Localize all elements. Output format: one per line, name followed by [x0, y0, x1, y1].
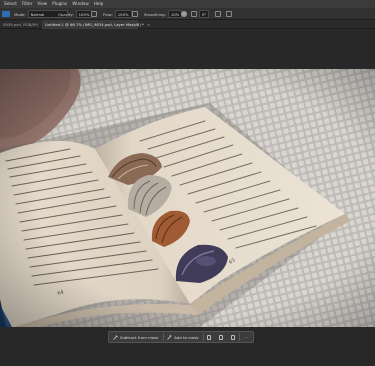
add-to-mask-label: Add to mask — [174, 334, 199, 340]
options-bar: Mode: Normal Opacity: 100% Flow: 100% Sm… — [0, 8, 375, 20]
tab-label: Untitled-1 @ 66.7% (IMG_9834.psd, Layer … — [45, 22, 144, 27]
opacity-label: Opacity: — [58, 11, 74, 17]
flow-input[interactable]: 100% — [114, 10, 132, 18]
smoothing-settings-icon[interactable] — [181, 11, 187, 17]
opacity-input[interactable]: 100% — [75, 10, 93, 18]
brush-plus-icon — [167, 334, 172, 340]
contextual-task-bar: Subtract from mask Add to mask ··· — [108, 331, 254, 343]
menu-window[interactable]: Window — [72, 0, 89, 8]
subtract-from-mask-label: Subtract from mask — [120, 334, 159, 340]
fill-mask-icon[interactable] — [231, 334, 236, 340]
more-options-icon[interactable]: ··· — [244, 335, 249, 340]
airbrush-icon[interactable] — [132, 11, 138, 17]
menu-bar: Select Filter View Plugins Window Help — [0, 0, 375, 8]
menu-select[interactable]: Select — [4, 0, 17, 8]
pressure-size-icon[interactable] — [215, 11, 221, 17]
invert-mask-icon[interactable] — [207, 334, 212, 340]
close-icon[interactable]: × — [147, 22, 150, 27]
angle-icon — [191, 11, 197, 17]
brush-swatch[interactable] — [2, 11, 10, 17]
menu-plugins[interactable]: Plugins — [52, 0, 67, 8]
add-to-mask-button[interactable]: Add to mask — [163, 332, 202, 342]
symmetry-icon[interactable] — [226, 11, 232, 17]
tab-document-2[interactable]: Untitled-1 @ 66.7% (IMG_9834.psd, Layer … — [42, 20, 150, 29]
angle-input[interactable]: 0° — [199, 10, 210, 18]
feather-icon[interactable] — [219, 334, 224, 340]
menu-help[interactable]: Help — [94, 0, 104, 8]
tab-document-1[interactable]: 0939.psd, RGB/8*) × — [0, 20, 45, 29]
brush-minus-icon — [113, 334, 118, 340]
menu-view[interactable]: View — [37, 0, 47, 8]
mode-label: Mode: — [14, 11, 26, 17]
subtract-from-mask-button[interactable]: Subtract from mask — [109, 332, 163, 342]
smoothing-label: Smoothing: — [144, 11, 166, 17]
brush-preset-picker[interactable] — [2, 8, 10, 20]
flow-label: Flow: — [103, 11, 113, 17]
document-tab-bar: 0939.psd, RGB/8*) × Untitled-1 @ 66.7% (… — [0, 20, 375, 29]
tab-label: 0939.psd, RGB/8*) — [3, 22, 39, 27]
divider — [202, 333, 204, 341]
menu-filter[interactable]: Filter — [22, 0, 32, 8]
divider — [239, 333, 240, 341]
canvas-image[interactable]: 64 65 — [0, 69, 375, 327]
pressure-opacity-icon[interactable] — [91, 11, 97, 17]
